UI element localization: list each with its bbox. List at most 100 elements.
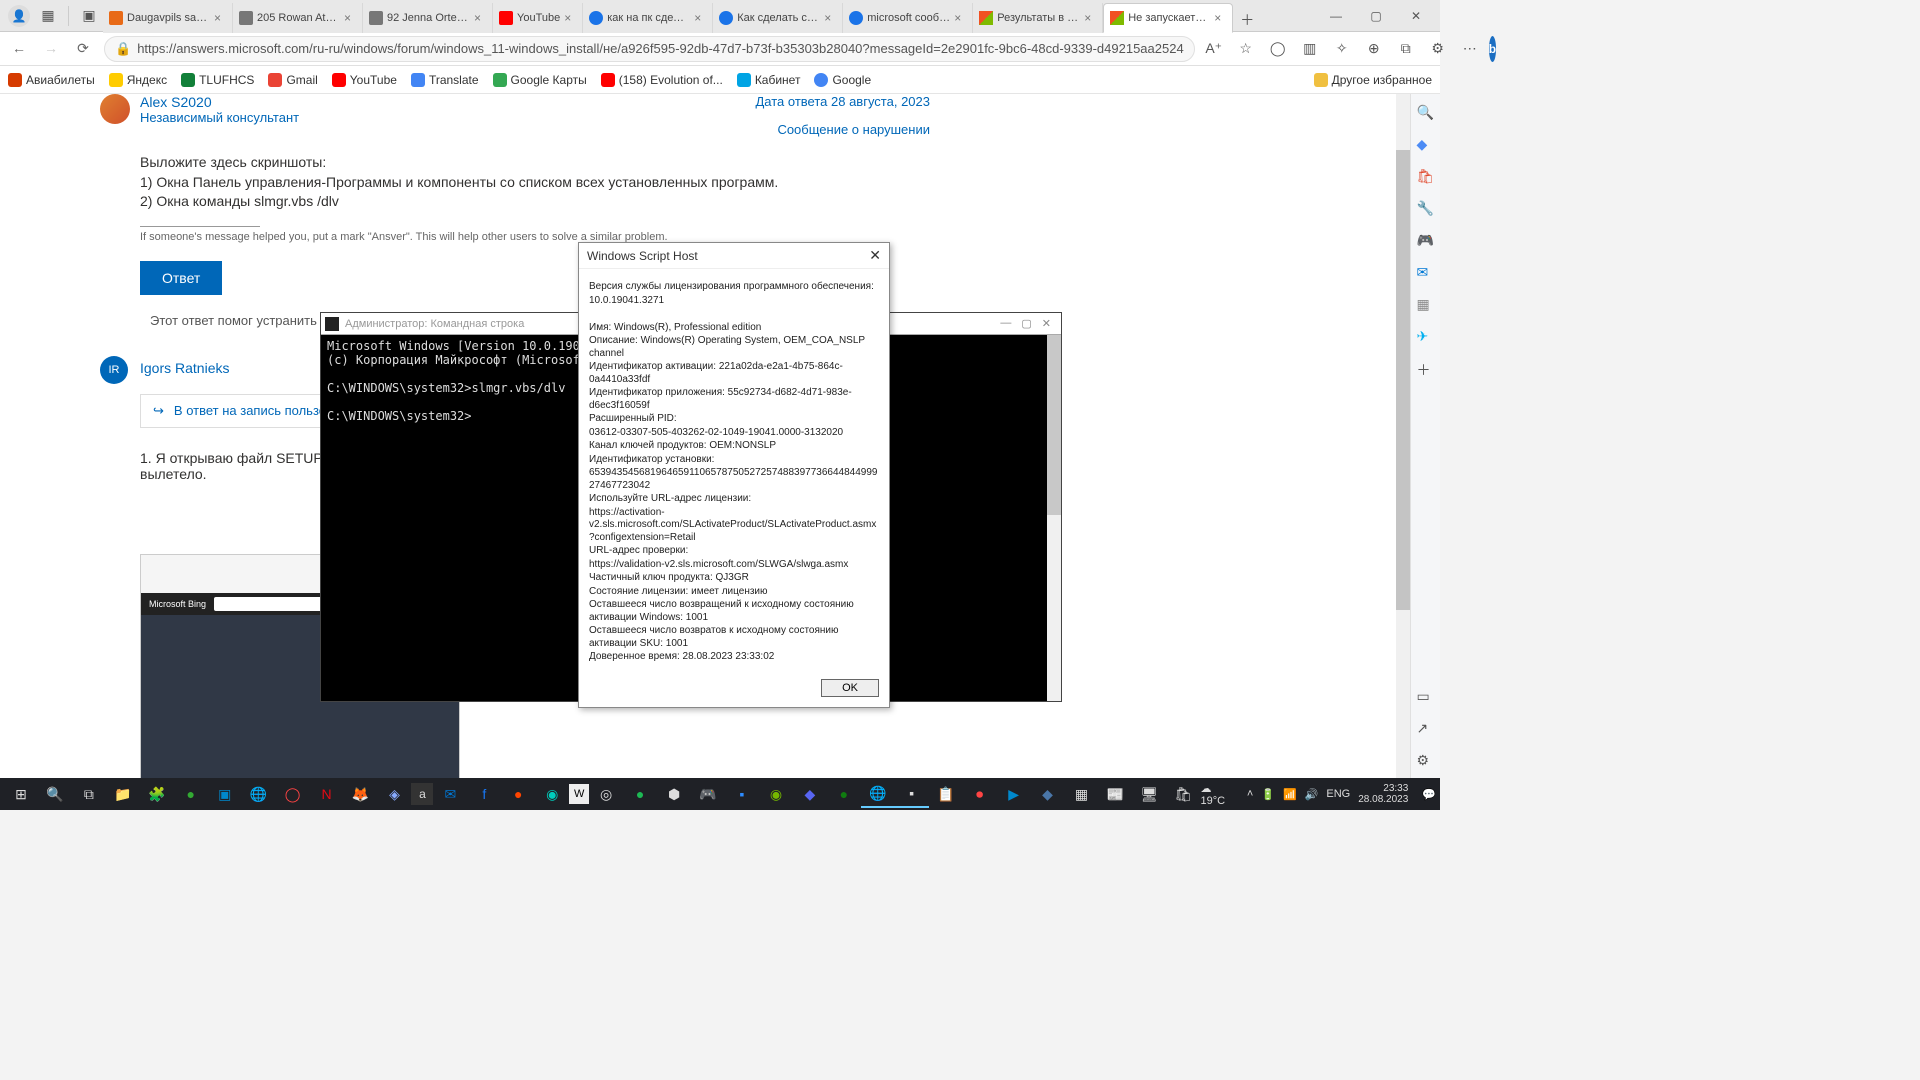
favorites-list-icon[interactable]: ✧ [1331,40,1353,57]
taskbar-app-icon[interactable]: ● [174,780,208,808]
news-icon[interactable]: 📰 [1098,780,1132,808]
close-icon[interactable]: × [214,11,226,25]
wsh-close-button[interactable]: ✕ [869,247,881,264]
bookmark-4[interactable]: YouTube [332,73,397,87]
performance-icon[interactable]: ⚙ [1427,40,1449,57]
reddit-icon[interactable]: ● [501,780,535,808]
sidebar-shopping-icon[interactable]: 🛍 [1417,168,1435,186]
sidebar-search-icon[interactable]: 🔍 [1417,104,1435,122]
sidebar-app-icon[interactable]: ◆ [1417,136,1435,154]
tab-3[interactable]: YouTube× [493,3,583,33]
sidebar-plus-icon[interactable]: ＋ [1417,360,1435,378]
taskbar-app-icon[interactable]: ⬢ [657,780,691,808]
tab-5[interactable]: Как сделать скринш× [713,3,843,33]
tray-clock[interactable]: 23:33 28.08.2023 [1358,783,1414,805]
bookmark-9[interactable]: Google [814,73,871,87]
sidebar-outlook-icon[interactable]: ✉ [1417,264,1435,282]
ms-store-icon[interactable]: 🛍 [1166,780,1200,808]
wsh-ok-button[interactable]: OK [821,679,879,697]
tray-language[interactable]: ENG [1326,788,1350,800]
edge-icon[interactable]: ◉ [535,780,569,808]
maximize-button[interactable]: ▢ [1356,2,1396,30]
start-button[interactable]: ⊞ [4,780,38,808]
weather-widget[interactable]: ☁ 19°C [1201,782,1239,807]
menu-icon[interactable]: ⋯ [1459,40,1481,57]
outlook-icon[interactable]: ✉ [433,780,467,808]
notifications-icon[interactable]: 💬 [1422,788,1436,801]
sidebar-drop-icon[interactable]: ✈ [1417,328,1435,346]
taskbar-app-icon[interactable]: ◈ [377,780,411,808]
cmd-maximize[interactable]: ▢ [1021,317,1031,330]
wsh-titlebar[interactable]: Windows Script Host ✕ [579,243,889,269]
cmd-minimize[interactable]: — [1000,317,1011,330]
downloads-icon[interactable]: ⊕ [1363,40,1385,57]
widgets-icon[interactable]: ▦ [1065,780,1099,808]
close-icon[interactable]: × [1214,11,1226,25]
cmd-close[interactable]: ✕ [1042,317,1051,330]
extensions-icon[interactable]: ⧉ [1395,40,1417,57]
taskbar-app-icon[interactable]: ◎ [589,780,623,808]
answer-date[interactable]: Дата ответа 28 августа, 2023 [756,94,931,109]
edge-running-icon[interactable]: 🌐 [861,780,895,808]
tab-6[interactable]: microsoft сообщест× [843,3,973,33]
bookmark-5[interactable]: Translate [411,73,479,87]
discord-icon[interactable]: ◆ [793,780,827,808]
vk-icon[interactable]: ◆ [1031,780,1065,808]
task-view-button[interactable]: ⧉ [72,780,106,808]
sidebar-hide-icon[interactable]: ▭ [1417,688,1435,706]
amazon-icon[interactable]: a [411,783,433,805]
close-icon[interactable]: × [564,11,576,25]
spotify-icon[interactable]: ● [623,780,657,808]
address-bar[interactable]: 🔒 https://answers.microsoft.com/ru-ru/wi… [104,36,1195,62]
sidebar-toggle-icon[interactable]: ▣ [75,4,103,28]
wsh-dialog[interactable]: Windows Script Host ✕ Версия службы лице… [578,242,890,708]
sidebar-expand-icon[interactable]: ↗ [1417,720,1435,738]
sidebar-tools-icon[interactable]: 🔧 [1417,200,1435,218]
back-button[interactable]: ← [6,40,32,57]
close-icon[interactable]: × [824,11,836,25]
taskbar-app-icon[interactable]: 📋 [929,780,963,808]
tray-volume-icon[interactable]: 🔊 [1305,788,1319,801]
new-tab-button[interactable]: ＋ [1233,8,1261,32]
close-icon[interactable]: × [344,11,356,25]
netflix-icon[interactable]: N [310,780,344,808]
tray-chevron-icon[interactable]: ˄ [1247,788,1253,800]
profile-avatar[interactable]: 👤 [8,5,30,27]
bookmark-3[interactable]: Gmail [268,73,317,87]
bookmark-1[interactable]: Яндекс [109,73,167,87]
close-icon[interactable]: × [1084,11,1096,25]
chrome-icon[interactable]: 🌐 [242,780,276,808]
tab-2[interactable]: 92 Jenna Ortega Lui× [363,3,493,33]
search-button[interactable]: 🔍 [38,780,72,808]
tab-0[interactable]: Daugavpils satiksme× [103,3,233,33]
zoom-icon[interactable]: ▪ [725,780,759,808]
bing-sidebar-button[interactable]: b [1489,36,1496,62]
bookmark-2[interactable]: TLUFHCS [181,73,254,87]
cmd-scrollbar-thumb[interactable] [1047,335,1061,515]
bookmark-6[interactable]: Google Карты [493,73,587,87]
close-button[interactable]: ✕ [1396,2,1436,30]
facebook-icon[interactable]: f [467,780,501,808]
close-icon[interactable]: × [474,11,486,25]
bookmark-8[interactable]: Кабинет [737,73,801,87]
forward-button[interactable]: → [38,40,64,57]
opera-icon[interactable]: ◯ [276,780,310,808]
tray-wifi-icon[interactable]: 📶 [1283,788,1297,801]
movies-icon[interactable]: ▶ [997,780,1031,808]
tab-8-active[interactable]: Не запускается уста× [1103,3,1233,33]
cmd-running-icon[interactable]: ▪ [895,780,929,808]
firefox-icon[interactable]: 🦊 [344,780,378,808]
recorder-icon[interactable]: ⏺ [963,780,997,808]
avatar[interactable]: IR [100,356,128,384]
bookmark-0[interactable]: Авиабилеты [8,73,95,87]
refresh-button[interactable]: ⟳ [70,40,96,57]
read-aloud-icon[interactable]: A⁺ [1203,40,1225,57]
minimize-button[interactable]: — [1316,2,1356,30]
virtual-desktop-icon[interactable]: 🖥 [1132,780,1166,808]
tab-1[interactable]: 205 Rowan Atkinson× [233,3,363,33]
taskbar-app-icon[interactable]: ▣ [208,780,242,808]
reply-button[interactable]: Ответ [140,261,222,295]
bookmark-7[interactable]: (158) Evolution of... [601,73,723,87]
other-bookmarks[interactable]: Другое избранное [1314,73,1432,87]
taskbar-app-icon[interactable]: 🎮 [691,780,725,808]
